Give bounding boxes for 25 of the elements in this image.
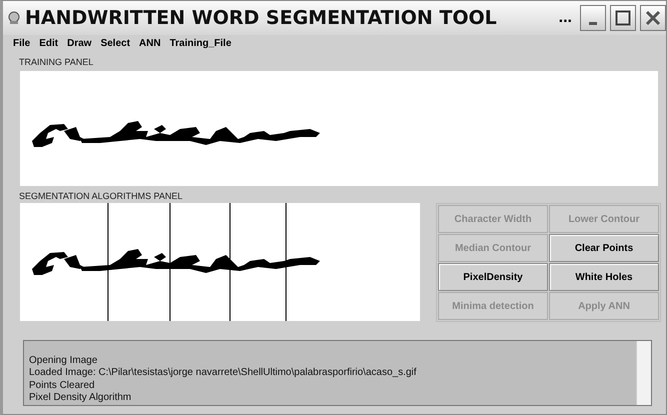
app-icon: [7, 11, 21, 25]
maximize-button[interactable]: [610, 5, 636, 31]
algorithm-button[interactable]: PixelDensity: [438, 263, 548, 291]
close-icon: [645, 10, 661, 26]
panel-label: TRAINING PANEL: [18, 56, 94, 69]
scrollbar[interactable]: [636, 341, 651, 405]
panel-label: SEGMENTATION ALGORITHMS PANEL: [18, 190, 184, 203]
menu-item[interactable]: File: [13, 38, 30, 52]
close-button[interactable]: [640, 5, 666, 31]
algorithm-button[interactable]: Clear Points: [549, 234, 659, 262]
menu-item[interactable]: Draw: [67, 38, 92, 52]
log-line: Pixel Density Algorithm: [29, 392, 132, 404]
log-line: Points Cleared: [29, 380, 96, 392]
menu-item[interactable]: Training_File: [170, 38, 232, 52]
log-line: Opening Image: [29, 355, 98, 368]
maximize-icon: [615, 10, 631, 26]
window-title: HANDWRITTEN WORD SEGMENTATION TOOL: [25, 7, 498, 29]
menu-item[interactable]: Edit: [39, 38, 58, 52]
minimize-icon: [589, 22, 597, 24]
menu-item[interactable]: Select: [100, 38, 130, 52]
minimize-button[interactable]: [580, 5, 606, 31]
title-overflow: ...: [558, 9, 572, 27]
algorithm-button[interactable]: White Holes: [549, 263, 659, 291]
log-line: Loaded Image: C:\Pilar\tesistas\jorge navarrete\ShellUltimo\palabrasporfirio\acaso_s.gif: [29, 367, 418, 380]
menu-item[interactable]: ANN: [139, 38, 161, 52]
